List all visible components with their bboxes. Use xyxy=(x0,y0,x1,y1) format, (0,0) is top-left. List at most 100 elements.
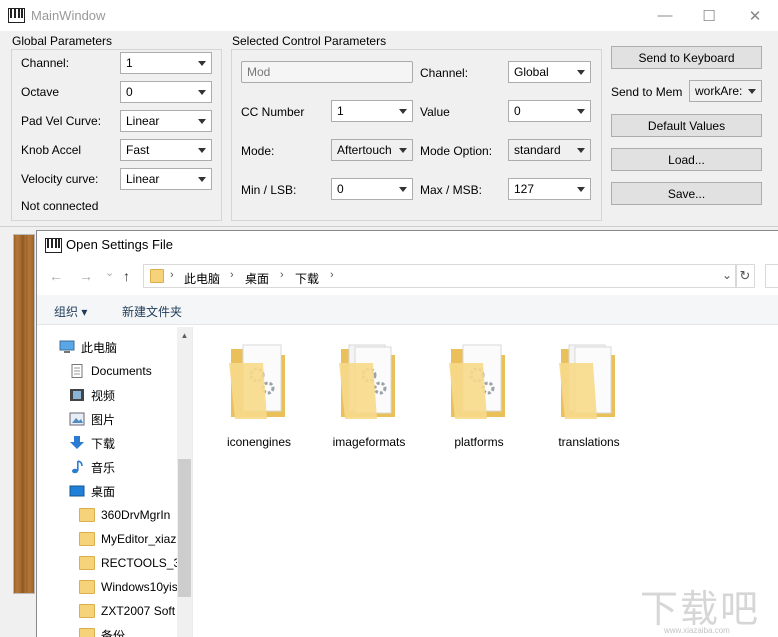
sel-channel-combo[interactable]: Global xyxy=(508,61,591,83)
chevron-down-icon xyxy=(198,90,206,95)
cc-number-combo[interactable]: 1 xyxy=(331,100,413,122)
tree-label: 备份 xyxy=(101,628,126,637)
tree-label: ZXT2007 Soft xyxy=(101,604,176,618)
tree-label: 图片 xyxy=(91,412,116,427)
file-item-platforms[interactable]: platforms xyxy=(429,341,529,453)
file-item-iconengines[interactable]: iconengines xyxy=(209,341,309,453)
file-item-imageformats[interactable]: imageformats xyxy=(319,341,419,453)
mode-label: Mode: xyxy=(241,144,275,158)
send-to-keyboard-button[interactable]: Send to Keyboard xyxy=(611,46,762,69)
navigation-pane: 此电脑 Documents 视频 图片 下载 音乐 桌面 360DrvMgrIn… xyxy=(37,327,191,637)
maximize-button[interactable]: ☐ xyxy=(686,0,732,31)
tree-label: 此电脑 xyxy=(81,340,118,355)
send-to-mem-combo[interactable]: workAre: xyxy=(689,80,762,102)
chevron-down-icon xyxy=(577,148,585,153)
search-box-edge[interactable] xyxy=(765,264,778,288)
tree-item-music[interactable]: 音乐 xyxy=(69,457,115,477)
close-button[interactable]: ✕ xyxy=(732,0,778,31)
tree-label: 视频 xyxy=(91,388,116,403)
tree-label: 360DrvMgrIn xyxy=(101,508,171,522)
breadcrumb-downloads[interactable]: 下载 xyxy=(295,270,319,287)
knob-accel-combo[interactable]: Fast xyxy=(120,139,212,161)
folder-gear-icon xyxy=(229,344,285,419)
tree-label: 音乐 xyxy=(91,460,116,475)
tree-item-folder[interactable]: RECTOOLS_30 xyxy=(79,553,177,573)
tree-item-this-pc[interactable]: 此电脑 xyxy=(59,337,117,357)
organize-menu[interactable]: 组织 ▾ xyxy=(54,303,87,320)
folder-icon xyxy=(79,604,95,618)
tree-label: 桌面 xyxy=(91,484,116,499)
refresh-icon[interactable]: ↻ xyxy=(735,264,755,288)
tree-item-documents[interactable]: Documents xyxy=(69,361,152,381)
open-settings-dialog: Open Settings File ← → ⌄ ↑ › 此电脑 › 桌面 › … xyxy=(36,230,778,637)
tree-item-pictures[interactable]: 图片 xyxy=(69,409,115,429)
velocity-curve-combo[interactable]: Linear xyxy=(120,168,212,190)
folder-icon xyxy=(79,628,95,637)
download-icon xyxy=(70,436,84,449)
mode-option-combo[interactable]: standard xyxy=(508,139,591,161)
tree-item-folder[interactable]: 备份 xyxy=(79,625,177,637)
scrollbar-thumb[interactable] xyxy=(178,459,191,597)
mode-value: Aftertouch xyxy=(337,143,392,157)
tree-label: RECTOOLS_30 xyxy=(101,556,177,570)
min-lsb-combo[interactable]: 0 xyxy=(331,178,413,200)
up-arrow-icon[interactable]: ↑ xyxy=(123,268,130,284)
folder-documents-icon xyxy=(559,344,615,419)
tree-item-folder[interactable]: ZXT2007 Soft xyxy=(79,601,177,621)
tree-item-downloads[interactable]: 下载 xyxy=(69,433,115,453)
file-name: translations xyxy=(558,435,620,449)
octave-label: Octave xyxy=(21,85,60,99)
send-to-mem-label: Send to Mem xyxy=(611,85,683,99)
breadcrumb-separator: › xyxy=(170,269,174,281)
tree-label: 下载 xyxy=(91,436,116,451)
mode-option-value: standard xyxy=(514,143,561,157)
channel-combo[interactable]: 1 xyxy=(120,52,212,74)
forward-arrow-icon[interactable]: → xyxy=(79,268,93,284)
tree-item-videos[interactable]: 视频 xyxy=(69,385,115,405)
keyboard-app-icon xyxy=(8,8,25,23)
watermark-url: www.xiazaiba.com xyxy=(664,626,730,635)
knob-accel-label: Knob Accel xyxy=(21,143,82,157)
min-lsb-value: 0 xyxy=(337,182,344,196)
file-item-translations[interactable]: translations xyxy=(539,341,639,453)
recent-locations-icon[interactable]: ⌄ xyxy=(105,266,114,279)
global-params-title: Global Parameters xyxy=(12,34,113,48)
send-to-mem-value: workAre: xyxy=(695,84,743,98)
breadcrumb-separator: › xyxy=(330,269,334,281)
breadcrumb-desktop[interactable]: 桌面 xyxy=(245,270,269,287)
pad-vel-curve-combo[interactable]: Linear xyxy=(120,110,212,132)
tree-item-folder[interactable]: 360DrvMgrIn xyxy=(79,505,177,525)
octave-combo[interactable]: 0 xyxy=(120,81,212,103)
tree-label: Documents xyxy=(91,364,152,378)
cc-number-value: 1 xyxy=(337,104,344,118)
chevron-down-icon xyxy=(198,177,206,182)
address-bar[interactable]: › 此电脑 › 桌面 › 下载 › ⌄ xyxy=(143,264,737,288)
watermark-logo: 下载吧 xyxy=(640,587,761,631)
load-button[interactable]: Load... xyxy=(611,148,762,171)
value-combo[interactable]: 0 xyxy=(508,100,591,122)
computer-icon xyxy=(59,340,75,353)
max-msb-combo[interactable]: 127 xyxy=(508,178,591,200)
breadcrumb-separator: › xyxy=(280,269,284,281)
window-title: MainWindow xyxy=(31,8,106,23)
chevron-down-icon xyxy=(198,119,206,124)
breadcrumb-this-pc[interactable]: 此电脑 xyxy=(184,270,220,287)
tree-label: MyEditor_xiaz xyxy=(101,532,177,546)
dialog-title: Open Settings File xyxy=(66,237,173,252)
value-value: 0 xyxy=(514,104,521,118)
address-dropdown-icon[interactable]: ⌄ xyxy=(722,268,732,282)
tree-item-folder[interactable]: MyEditor_xiaz xyxy=(79,529,177,549)
mode-combo[interactable]: Aftertouch xyxy=(331,139,413,161)
control-name-field[interactable]: Mod xyxy=(241,61,413,83)
scroll-up-icon[interactable]: ▲ xyxy=(178,331,191,340)
new-folder-button[interactable]: 新建文件夹 xyxy=(122,303,182,320)
back-arrow-icon[interactable]: ← xyxy=(49,268,63,284)
tree-item-folder[interactable]: Windows10yis xyxy=(79,577,177,597)
file-name: imageformats xyxy=(332,435,406,449)
tree-item-desktop[interactable]: 桌面 xyxy=(69,481,115,501)
save-button[interactable]: Save... xyxy=(611,182,762,205)
default-values-button[interactable]: Default Values xyxy=(611,114,762,137)
pane-divider[interactable] xyxy=(192,327,193,637)
minimize-button[interactable]: — xyxy=(642,0,688,31)
folder-gear-icon xyxy=(339,344,395,419)
